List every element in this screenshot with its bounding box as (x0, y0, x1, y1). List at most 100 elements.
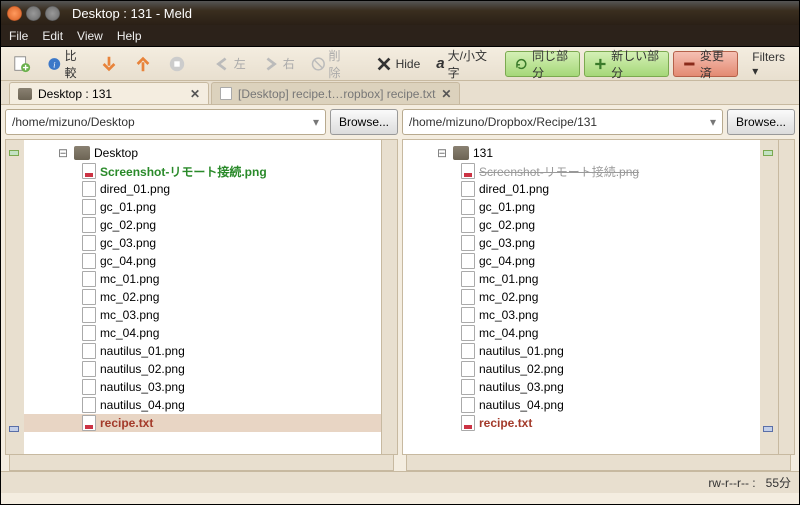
stop-button[interactable] (162, 51, 192, 77)
left-gutter[interactable] (6, 140, 24, 454)
collapse-icon[interactable]: ⊟ (58, 146, 70, 160)
tree-file-row[interactable]: mc_02.png (403, 288, 760, 306)
right-label: 右 (283, 55, 295, 72)
file-name: nautilus_03.png (479, 380, 564, 394)
horizontal-scrollbar[interactable] (406, 455, 791, 471)
up-button[interactable] (128, 51, 158, 77)
window-minimize-button[interactable] (26, 6, 41, 21)
tree-file-row[interactable]: Screenshot-リモート接続.png (403, 162, 760, 180)
tree-file-row[interactable]: nautilus_04.png (24, 396, 381, 414)
tree-file-row[interactable]: mc_03.png (24, 306, 381, 324)
chevron-down-icon[interactable]: ▾ (710, 115, 716, 129)
tree-file-row[interactable]: dired_01.png (403, 180, 760, 198)
vertical-scrollbar[interactable] (778, 140, 794, 454)
menu-help[interactable]: Help (117, 29, 142, 43)
tree-file-row[interactable]: mc_04.png (24, 324, 381, 342)
tree-file-row[interactable]: gc_01.png (24, 198, 381, 216)
tree-file-row[interactable]: gc_04.png (24, 252, 381, 270)
arrow-right-icon (262, 55, 280, 73)
hide-button[interactable]: Hide (369, 51, 427, 77)
tree-file-row[interactable]: nautilus_01.png (403, 342, 760, 360)
menu-file[interactable]: File (9, 29, 28, 43)
window-close-button[interactable] (7, 6, 22, 21)
new-compare-button[interactable] (7, 51, 37, 77)
tree-file-row[interactable]: mc_01.png (24, 270, 381, 288)
file-name: Screenshot-リモート接続.png (100, 163, 267, 180)
right-browse-button[interactable]: Browse... (727, 109, 795, 135)
folder-icon (453, 146, 469, 160)
file-icon (82, 271, 96, 287)
tree-file-row[interactable]: nautilus_04.png (403, 396, 760, 414)
tree-folder-row[interactable]: ⊟131 (403, 144, 760, 162)
info-button[interactable]: i 比較 (41, 51, 90, 77)
tree-file-row[interactable]: gc_03.png (24, 234, 381, 252)
tree-file-row[interactable]: nautilus_01.png (24, 342, 381, 360)
collapse-icon[interactable]: ⊟ (437, 146, 449, 160)
same-toggle[interactable]: 同じ部分 (505, 51, 580, 77)
tree-file-row[interactable]: mc_03.png (403, 306, 760, 324)
right-path-input[interactable]: /home/mizuno/Dropbox/Recipe/131 ▾ (402, 109, 723, 135)
tree-file-row[interactable]: nautilus_03.png (403, 378, 760, 396)
file-icon (82, 253, 96, 269)
tree-file-row[interactable]: nautilus_02.png (403, 360, 760, 378)
changed-toggle[interactable]: 変更済 (673, 51, 738, 77)
left-path-input[interactable]: /home/mizuno/Desktop ▾ (5, 109, 326, 135)
file-name: nautilus_03.png (100, 380, 185, 394)
same-label: 同じ部分 (532, 47, 571, 81)
file-icon (82, 325, 96, 341)
x-icon (375, 55, 393, 73)
tree-file-row[interactable]: mc_01.png (403, 270, 760, 288)
tree-file-row[interactable]: nautilus_03.png (24, 378, 381, 396)
vertical-scrollbar[interactable] (381, 140, 397, 454)
right-file-tree[interactable]: ⊟131Screenshot-リモート接続.pngdired_01.pnggc_… (403, 140, 760, 454)
window-maximize-button[interactable] (45, 6, 60, 21)
delete-button[interactable]: 削除 (305, 51, 354, 77)
file-name: nautilus_02.png (100, 362, 185, 376)
filters-menu[interactable]: Filters ▾ (746, 51, 793, 77)
file-name: gc_04.png (100, 254, 156, 268)
horizontal-scrollbar[interactable] (9, 455, 394, 471)
arrow-left-icon (213, 55, 231, 73)
menu-edit[interactable]: Edit (42, 29, 63, 43)
left-browse-button[interactable]: Browse... (330, 109, 398, 135)
tree-file-row[interactable]: recipe.txt (403, 414, 760, 432)
tab-recipe-diff[interactable]: [Desktop] recipe.t…ropbox] recipe.txt ✕ (211, 82, 460, 104)
tab-label: [Desktop] recipe.t…ropbox] recipe.txt (238, 87, 435, 101)
file-icon (461, 397, 475, 413)
tree-file-row[interactable]: gc_02.png (403, 216, 760, 234)
tab-desktop-131[interactable]: Desktop : 131 ✕ (9, 82, 209, 104)
left-file-tree[interactable]: ⊟DesktopScreenshot-リモート接続.pngdired_01.pn… (24, 140, 381, 454)
tree-file-row[interactable]: Screenshot-リモート接続.png (24, 162, 381, 180)
tree-file-row[interactable]: mc_04.png (403, 324, 760, 342)
left-button[interactable]: 左 (207, 51, 252, 77)
file-icon (461, 235, 475, 251)
file-icon (82, 343, 96, 359)
close-icon[interactable]: ✕ (441, 87, 451, 101)
tree-file-row[interactable]: nautilus_02.png (24, 360, 381, 378)
tree-file-row[interactable]: gc_01.png (403, 198, 760, 216)
new-toggle[interactable]: 新しい部分 (584, 51, 669, 77)
right-gutter[interactable] (760, 140, 778, 454)
tree-file-row[interactable]: recipe.txt (24, 414, 381, 432)
close-icon[interactable]: ✕ (190, 87, 200, 101)
menu-view[interactable]: View (77, 29, 103, 43)
case-button[interactable]: a 大/小文字 (430, 51, 494, 77)
file-name: mc_01.png (100, 272, 159, 286)
tree-file-row[interactable]: gc_03.png (403, 234, 760, 252)
tree-file-row[interactable]: gc_02.png (24, 216, 381, 234)
folder-icon (74, 146, 90, 160)
file-icon (461, 325, 475, 341)
tree-file-row[interactable]: dired_01.png (24, 180, 381, 198)
file-name: nautilus_01.png (100, 344, 185, 358)
chevron-down-icon[interactable]: ▾ (313, 115, 319, 129)
tree-file-row[interactable]: mc_02.png (24, 288, 381, 306)
tree-file-row[interactable]: gc_04.png (403, 252, 760, 270)
file-name: mc_01.png (479, 272, 538, 286)
file-name: mc_02.png (479, 290, 538, 304)
right-button[interactable]: 右 (256, 51, 301, 77)
file-name: gc_02.png (479, 218, 535, 232)
diff-mark-icon (763, 426, 773, 432)
tree-folder-row[interactable]: ⊟Desktop (24, 144, 381, 162)
down-button[interactable] (94, 51, 124, 77)
file-name: nautilus_01.png (479, 344, 564, 358)
